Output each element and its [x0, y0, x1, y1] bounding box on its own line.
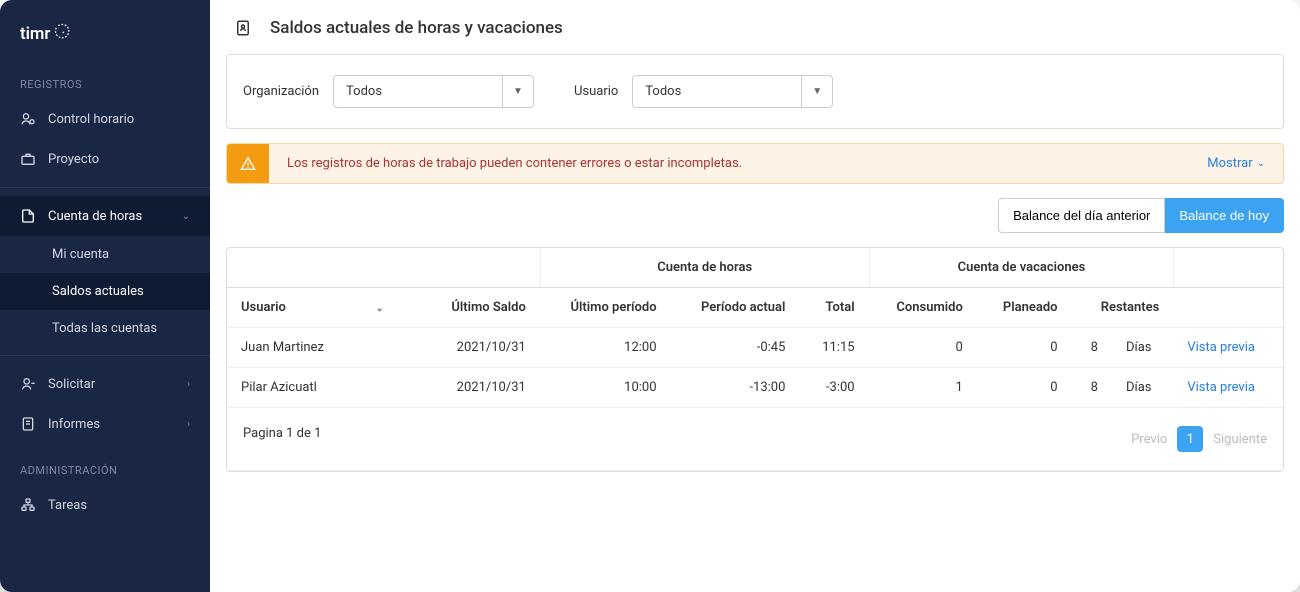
balance-toggle: Balance del día anterior Balance de hoy	[226, 198, 1284, 233]
table-row: Juan Martinez2021/10/3112:00-0:4511:1500…	[227, 328, 1283, 368]
cell-restantes: 8	[1072, 328, 1112, 368]
col-planeado: Planeado	[977, 288, 1072, 328]
nav-section-admin: ADMINISTRACIÓN	[0, 456, 210, 485]
cell-ultimo-saldo: 2021/10/31	[422, 368, 540, 408]
sidebar-item-control-horario[interactable]: Control horario	[0, 99, 210, 139]
clock-user-icon	[20, 111, 36, 127]
filter-user-label: Usuario	[574, 84, 618, 99]
sidebar-item-label: Control horario	[48, 112, 134, 127]
filter-user-caret[interactable]: ▼	[802, 75, 833, 108]
sidebar-item-cuenta-de-horas[interactable]: Cuenta de horas ⌄	[0, 196, 210, 236]
cell-usuario: Juan Martinez	[227, 328, 422, 368]
toggle-today-balance[interactable]: Balance de hoy	[1165, 198, 1284, 233]
sidebar-item-informes[interactable]: Informes ›	[0, 404, 210, 444]
svg-text:timr: timr	[20, 25, 50, 44]
cell-ultimo-periodo: 12:00	[540, 328, 671, 368]
sidebar: timr REGISTROS Control horario Proyecto	[0, 0, 210, 592]
col-ultimo-saldo: Último Saldo	[422, 288, 540, 328]
sidebar-item-proyecto[interactable]: Proyecto	[0, 139, 210, 179]
col-total: Total	[799, 288, 868, 328]
cell-ultimo-saldo: 2021/10/31	[422, 328, 540, 368]
table-group-blank	[227, 248, 540, 288]
cell-planeado: 0	[977, 368, 1072, 408]
sidebar-item-tareas[interactable]: Tareas	[0, 485, 210, 525]
table-row: Pilar Azicuatl2021/10/3110:00-13:00-3:00…	[227, 368, 1283, 408]
col-consumido: Consumido	[869, 288, 977, 328]
cell-consumido: 1	[869, 368, 977, 408]
nav-divider	[0, 187, 210, 188]
filter-org-label: Organización	[243, 84, 319, 99]
pager-current[interactable]: 1	[1177, 426, 1203, 452]
sidebar-subitem-saldos-actuales[interactable]: Saldos actuales	[0, 273, 210, 310]
nav-divider	[0, 355, 210, 356]
balance-icon	[234, 19, 252, 37]
main-content: Saldos actuales de horas y vacaciones Or…	[210, 0, 1300, 592]
filter-org: Organización Todos ▼	[243, 75, 534, 108]
preview-link[interactable]: Vista previa	[1173, 328, 1283, 368]
table-group-actions	[1173, 248, 1283, 288]
balances-table: Cuenta de horas Cuenta de vacaciones Usu…	[226, 247, 1284, 472]
filters-card: Organización Todos ▼ Usuario Todos ▼	[226, 54, 1284, 129]
pagination-row: Pagina 1 de 1 Previo 1 Siguiente	[227, 408, 1283, 471]
sidebar-item-label: Proyecto	[48, 152, 99, 167]
pagination-text: Pagina 1 de 1	[243, 426, 321, 441]
cell-unidad: Días	[1112, 368, 1173, 408]
sidebar-subitem-mi-cuenta[interactable]: Mi cuenta	[0, 236, 210, 273]
chevron-right-icon: ›	[187, 419, 190, 430]
pager-prev[interactable]: Previo	[1131, 432, 1167, 447]
chevron-down-icon: ⌄	[182, 211, 190, 222]
sidebar-item-label: Tareas	[48, 498, 87, 513]
chevron-right-icon: ›	[187, 379, 190, 390]
filter-org-caret[interactable]: ▼	[503, 75, 534, 108]
warning-icon	[227, 144, 269, 183]
sort-caret-icon: ⌄	[376, 304, 384, 314]
warning-alert: Los registros de horas de trabajo pueden…	[226, 143, 1284, 184]
cell-unidad: Días	[1112, 328, 1173, 368]
sidebar-item-label: Informes	[48, 417, 100, 432]
page-title: Saldos actuales de horas y vacaciones	[270, 18, 563, 38]
page-header: Saldos actuales de horas y vacaciones	[210, 0, 1300, 54]
org-chart-icon	[20, 497, 36, 513]
briefcase-icon	[20, 151, 36, 167]
brand-logo: timr	[0, 16, 210, 70]
table-group-horas: Cuenta de horas	[540, 248, 869, 288]
warning-text: Los registros de horas de trabajo pueden…	[269, 144, 1189, 183]
col-actions	[1173, 288, 1283, 328]
cell-ultimo-periodo: 10:00	[540, 368, 671, 408]
preview-link[interactable]: Vista previa	[1173, 368, 1283, 408]
document-icon	[20, 208, 36, 224]
col-restantes: Restantes	[1072, 288, 1174, 328]
warning-show-label: Mostrar	[1207, 156, 1252, 171]
filter-org-select[interactable]: Todos	[333, 75, 503, 108]
filter-user-select[interactable]: Todos	[632, 75, 802, 108]
toggle-prev-balance[interactable]: Balance del día anterior	[998, 198, 1165, 233]
sidebar-subitem-todas-las-cuentas[interactable]: Todas las cuentas	[0, 310, 210, 347]
nav-section-registros: REGISTROS	[0, 70, 210, 99]
sidebar-item-label: Cuenta de horas	[48, 209, 142, 224]
sidebar-item-solicitar[interactable]: Solicitar ›	[0, 364, 210, 404]
filter-user: Usuario Todos ▼	[574, 75, 833, 108]
app-shell: timr REGISTROS Control horario Proyecto	[0, 0, 1300, 592]
cell-periodo-actual: -13:00	[671, 368, 800, 408]
cell-planeado: 0	[977, 328, 1072, 368]
cell-consumido: 0	[869, 328, 977, 368]
cell-total: 11:15	[799, 328, 868, 368]
chevron-down-icon: ⌄	[1257, 158, 1265, 169]
cell-usuario: Pilar Azicuatl	[227, 368, 422, 408]
col-periodo-actual: Período actual	[671, 288, 800, 328]
pager-next[interactable]: Siguiente	[1213, 432, 1267, 447]
col-usuario[interactable]: Usuario⌄	[227, 288, 422, 328]
cell-total: -3:00	[799, 368, 868, 408]
table-group-vacaciones: Cuenta de vacaciones	[869, 248, 1174, 288]
warning-show-button[interactable]: Mostrar ⌄	[1189, 144, 1283, 183]
col-ultimo-periodo: Último período	[540, 288, 671, 328]
sidebar-item-label: Solicitar	[48, 377, 95, 392]
cell-periodo-actual: -0:45	[671, 328, 800, 368]
cell-restantes: 8	[1072, 368, 1112, 408]
report-icon	[20, 416, 36, 432]
user-minus-icon	[20, 376, 36, 392]
